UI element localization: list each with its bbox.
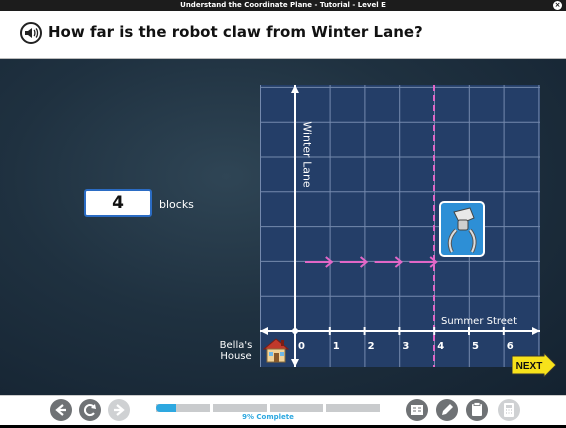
calculator-icon[interactable] [498,399,520,421]
question-bar: How far is the robot claw from Winter La… [0,11,566,59]
notes-icon[interactable] [466,399,488,421]
origin-label-line2: House [220,351,252,362]
close-icon[interactable]: × [553,1,562,10]
progress-fill [156,404,177,412]
x-tick-label: 2 [367,341,375,352]
summer-street-label: Summer Street [441,316,517,327]
glossary-icon[interactable] [406,399,428,421]
answer-input[interactable]: 4 [84,189,152,217]
x-tick-label: 6 [506,341,514,352]
winter-lane-label: Winter Lane [300,121,314,188]
x-tick-label: 5 [472,341,479,352]
progress-bar [156,404,380,412]
next-button-label: NEXT [516,361,543,372]
origin-label-line1: Bella's [219,340,253,351]
x-tick-label: 0 [298,341,305,352]
x-tick-label: 3 [402,341,410,352]
robot-claw[interactable] [439,201,485,257]
window-title: Understand the Coordinate Plane - Tutori… [180,1,386,9]
pencil-icon[interactable] [436,399,458,421]
back-icon[interactable] [50,399,72,421]
origin-label: Bella's House [214,340,258,362]
forward-icon[interactable] [108,399,130,421]
x-tick-label: 4 [437,341,445,352]
window-title-bar: Understand the Coordinate Plane - Tutori… [0,0,566,11]
replay-icon[interactable] [79,399,101,421]
x-tick-label: 1 [332,341,340,352]
house-icon [261,336,291,364]
speaker-icon[interactable] [20,22,42,44]
next-button[interactable]: NEXT [511,351,557,379]
progress-text: 9% Complete [242,413,294,421]
answer-unit-label: blocks [159,198,194,211]
question-text: How far is the robot claw from Winter La… [48,23,423,41]
bottom-toolbar: 9% Complete [0,395,566,425]
